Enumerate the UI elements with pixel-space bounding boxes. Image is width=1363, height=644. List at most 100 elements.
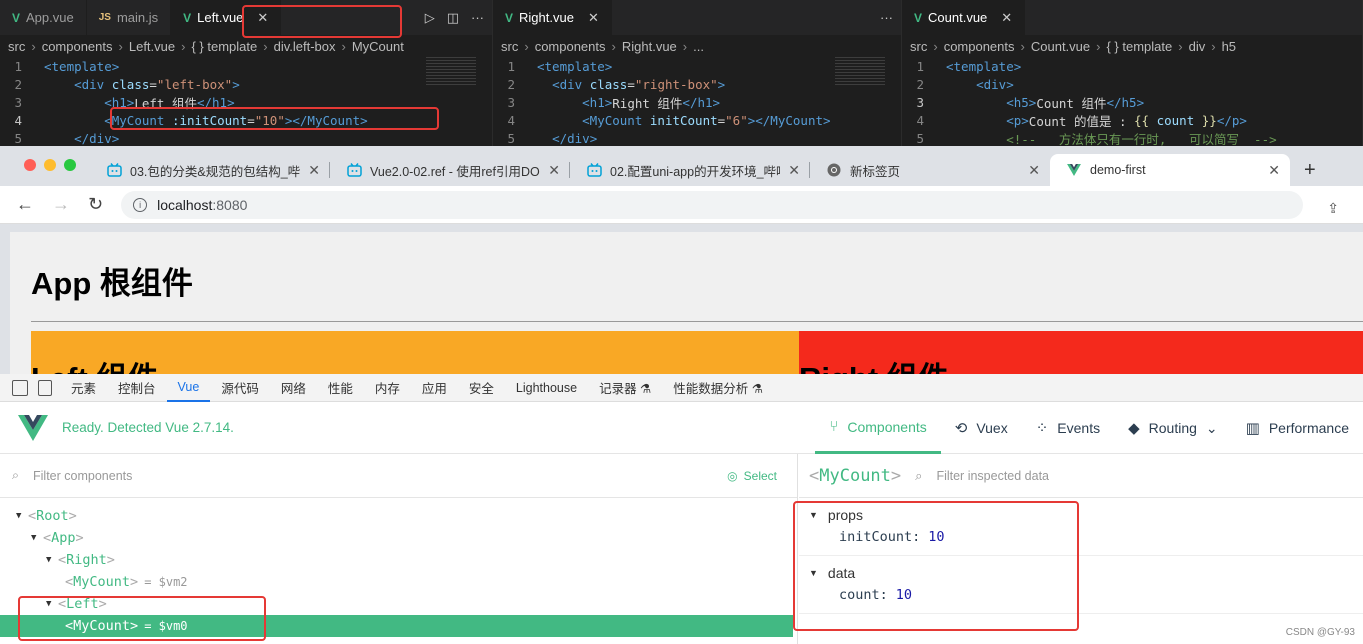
more-actions-icon[interactable]: ··· (880, 10, 893, 25)
browser-tab[interactable]: 02.配置uni-app的开发环境_哔哩 ✕ (570, 154, 810, 186)
devtools-tab[interactable]: Lighthouse (505, 374, 588, 402)
filter-components-input[interactable]: Filter components (33, 469, 132, 483)
code-line: 2 <div class = "left-box" > (0, 75, 492, 93)
vue-nav-performance[interactable]: ▥ Performance (1232, 402, 1363, 454)
breadcrumb-item[interactable]: Count.vue (1031, 39, 1090, 54)
browser-tab[interactable]: 新标签页 ✕ (810, 154, 1050, 186)
code-token: = (717, 112, 726, 128)
breadcrumb-item[interactable]: { } template (1106, 39, 1172, 54)
vue-nav-label: Events (1057, 420, 1101, 436)
editor-tab[interactable]: JS main.js (87, 0, 172, 35)
tree-node-app[interactable]: ▼ < App > (0, 527, 797, 549)
code-area[interactable]: 1 <template> 2 <div class = "left-box" >3 <h1… (0, 57, 492, 146)
app-root-heading: App 根组件 (31, 266, 193, 301)
breadcrumb-item[interactable]: src (501, 39, 518, 54)
close-tab-icon[interactable]: ✕ (1268, 162, 1280, 179)
breadcrumb-item[interactable]: h5 (1222, 39, 1236, 54)
chevron-down-icon: ⌄ (1205, 419, 1218, 436)
back-arrow-icon[interactable]: ← (16, 194, 34, 215)
devtools-tab[interactable]: 内存 (364, 374, 411, 402)
run-icon[interactable]: ▷ (425, 10, 435, 26)
vue-nav-events[interactable]: ⁘ Events (1022, 402, 1114, 454)
zoom-window-button[interactable] (64, 159, 76, 171)
inspect-element-icon[interactable] (12, 379, 28, 396)
close-tab-icon[interactable]: ✕ (308, 162, 320, 179)
code-line: 5 </div> (0, 129, 492, 146)
code-line: 4 <p> Count 的值是 : {{ count }} </p> (902, 111, 1362, 129)
more-actions-icon[interactable]: ··· (471, 10, 484, 25)
vue-nav-label: Routing (1148, 420, 1197, 436)
tree-node-mycount[interactable]: < MyCount > = $vm0 (0, 615, 793, 637)
close-window-button[interactable] (24, 159, 36, 171)
new-tab-button[interactable]: + (1290, 154, 1330, 186)
close-tab-icon[interactable]: ✕ (548, 162, 560, 179)
devtools-tab[interactable]: 性能 (317, 374, 364, 402)
breadcrumb-item[interactable]: components (944, 39, 1015, 54)
close-tab-icon[interactable]: ✕ (788, 162, 800, 179)
search-icon: ⌕ (12, 468, 20, 482)
browser-tab[interactable]: 03.包的分类&规范的包结构_哔哩 ✕ (90, 154, 330, 186)
inspector-header: <MyCount> ⌕ Filter inspected data (799, 454, 1363, 498)
share-icon[interactable]: ⇪ (1327, 200, 1339, 217)
forward-arrow-icon[interactable]: → (52, 194, 70, 215)
filter-inspected-data-input[interactable]: Filter inspected data (936, 469, 1049, 483)
code-area[interactable]: 1 <template> 2 <div> 3 <h5> Count 组件 </h5> 4 <… (902, 57, 1362, 147)
device-toolbar-icon[interactable] (38, 379, 52, 396)
breadcrumb-item[interactable]: { } template (191, 39, 257, 54)
devtools-tab[interactable]: 网络 (270, 374, 317, 402)
close-tab-icon[interactable]: ✕ (588, 10, 599, 26)
property-row[interactable]: initCount: 10 (799, 525, 1363, 549)
window-controls (24, 159, 76, 171)
property-row[interactable]: count: 10 (799, 583, 1363, 607)
close-tab-icon[interactable]: ✕ (1028, 162, 1040, 179)
breadcrumb-item[interactable]: Right.vue (622, 39, 677, 54)
devtools-tab[interactable]: 安全 (458, 374, 505, 402)
breadcrumb-item[interactable]: Left.vue (129, 39, 175, 54)
minimize-window-button[interactable] (44, 159, 56, 171)
devtools-tab[interactable]: 元素 (60, 374, 107, 402)
tree-node-left[interactable]: ▼ < Left > (0, 593, 797, 615)
events-icon: ⁘ (1035, 420, 1049, 437)
vue-nav-components[interactable]: ⑂ Components (815, 402, 941, 454)
devtools-tab[interactable]: 性能数据分析 ⚗ (662, 374, 774, 402)
breadcrumb-item[interactable]: src (910, 39, 927, 54)
vue-nav-routing[interactable]: ◆ Routing ⌄ (1114, 402, 1232, 454)
breadcrumb-item[interactable]: components (535, 39, 606, 54)
breadcrumb-item[interactable]: div (1189, 39, 1206, 54)
devtools-tab[interactable]: 源代码 (210, 374, 270, 402)
breadcrumb-item[interactable]: components (42, 39, 113, 54)
split-editor-icon[interactable]: ◫ (447, 10, 459, 26)
select-component-button[interactable]: ◎ Select (727, 454, 777, 498)
tree-node-right[interactable]: ▼ < Right > (0, 549, 797, 571)
editor-tab[interactable]: V Count.vue ✕ (902, 0, 1026, 35)
site-info-icon[interactable]: i (133, 197, 148, 212)
devtools-tab[interactable]: 记录器 ⚗ (588, 374, 662, 402)
browser-tab[interactable]: Vue2.0-02.ref - 使用ref引用DO ✕ (330, 154, 570, 186)
breadcrumb-item[interactable]: MyCount (352, 39, 404, 54)
select-label: Select (743, 469, 777, 483)
breadcrumb-item[interactable]: ... (693, 39, 704, 54)
close-tab-icon[interactable]: ✕ (1001, 10, 1012, 26)
section-header[interactable]: ▼ props (799, 505, 1363, 525)
devtools-tab[interactable]: 应用 (411, 374, 458, 402)
editor-tab[interactable]: V App.vue (0, 0, 87, 35)
breadcrumb-item[interactable]: div.left-box (274, 39, 336, 54)
devtools-tab[interactable]: 控制台 (107, 374, 167, 402)
minimap[interactable] (426, 57, 476, 87)
devtools-tab[interactable]: Vue (166, 374, 211, 402)
close-tab-icon[interactable]: ✕ (257, 10, 268, 26)
vue-nav-label: Performance (1268, 420, 1349, 436)
browser-tab[interactable]: demo-first ✕ (1050, 154, 1290, 186)
reload-icon[interactable]: ↻ (88, 194, 103, 215)
code-token: Right 组件 (612, 95, 683, 111)
tree-node-root[interactable]: ▼ < Root > (0, 505, 797, 527)
section-header[interactable]: ▼ data (799, 563, 1363, 583)
editor-tab[interactable]: V Left.vue ✕ (171, 0, 282, 35)
editor-tab[interactable]: V Right.vue ✕ (493, 0, 612, 35)
address-bar[interactable]: i localhost:8080 (121, 190, 1303, 219)
minimap[interactable] (835, 57, 885, 87)
vue-nav-vuex[interactable]: ⟲ Vuex (941, 402, 1022, 454)
tree-node-mycount[interactable]: < MyCount > = $vm2 (0, 571, 797, 593)
breadcrumb-item[interactable]: src (8, 39, 25, 54)
